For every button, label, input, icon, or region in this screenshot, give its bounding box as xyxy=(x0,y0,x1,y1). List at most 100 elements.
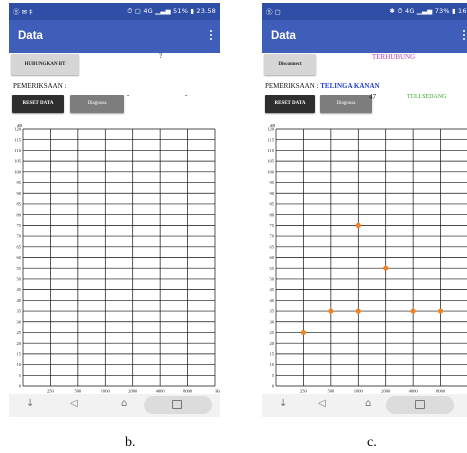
x-tick-label: 500 xyxy=(327,389,335,394)
caption-b: b. xyxy=(125,435,136,450)
overflow-menu-icon[interactable] xyxy=(208,30,214,42)
y-tick-label: 25 xyxy=(270,330,275,335)
caption-c: c. xyxy=(367,435,377,450)
x-tick-label: 250 xyxy=(47,389,55,394)
phone-screen-c: Ⓢ ▢ ✱ ⏱ 4G ▁▃▅ 73% ▮ 16. Data Disconnect… xyxy=(262,3,467,417)
download-icon[interactable]: ↓ xyxy=(279,398,287,409)
dash-value-1: - xyxy=(127,91,130,99)
status-right-info: ✱ ⏱ 4G ▁▃▅ 73% ▮ 16. xyxy=(389,7,467,15)
home-icon[interactable]: ⌂ xyxy=(121,398,127,409)
reset-data-button[interactable]: RESET DATA xyxy=(265,95,315,113)
y-tick-label: 115 xyxy=(267,137,274,142)
data-point xyxy=(437,308,444,314)
y-tick-label: 120 xyxy=(14,127,22,132)
y-tick-label: 10 xyxy=(17,362,22,367)
x-tick-label: 250 xyxy=(300,389,308,394)
data-point xyxy=(355,308,361,314)
y-tick-label: 20 xyxy=(17,341,22,346)
app-title: Data xyxy=(18,30,43,42)
y-tick-label: 110 xyxy=(267,148,274,153)
y-tick-label: 110 xyxy=(14,148,21,153)
x-tick-label: 500 xyxy=(74,389,82,394)
y-tick-label: 20 xyxy=(270,341,275,346)
reset-data-button[interactable]: RESET DATA xyxy=(12,95,64,113)
data-point xyxy=(355,222,361,228)
y-tick-label: 90 xyxy=(17,191,22,196)
app-bar: Data xyxy=(262,20,467,53)
status-bar: Ⓢ ✉ ‡ ⏱ ▢ 4G ▁▃▅ 51% ▮ 23.58 xyxy=(9,3,220,20)
y-tick-label: 105 xyxy=(14,159,22,164)
y-tick-label: 50 xyxy=(17,277,22,282)
x-tick-label: 4000 xyxy=(156,389,166,394)
y-tick-label: 90 xyxy=(270,191,275,196)
x-tick-label: 8000 xyxy=(183,389,193,394)
y-tick-label: 120 xyxy=(267,127,275,132)
recents-icon[interactable] xyxy=(415,400,425,409)
y-tick-label: 50 xyxy=(270,277,275,282)
y-tick-label: 30 xyxy=(17,319,22,324)
y-tick-label: 55 xyxy=(270,266,275,271)
recents-icon[interactable] xyxy=(172,400,182,409)
y-tick-label: 40 xyxy=(17,298,22,303)
exam-label: PEMERIKSAAN : xyxy=(13,82,67,90)
x-tick-label: 8000 xyxy=(436,389,446,394)
y-tick-label: 30 xyxy=(270,319,275,324)
connection-status: TERHUBUNG xyxy=(372,53,416,61)
y-tick-label: 5 xyxy=(19,373,22,378)
audiogram-chart: dB12011511010510095908580757065605550454… xyxy=(14,123,220,394)
y-tick-label: 75 xyxy=(270,223,275,228)
y-tick-label: 85 xyxy=(270,202,275,207)
x-tick-label: 2000 xyxy=(381,389,391,394)
dash-value-2: - xyxy=(185,91,188,99)
x-tick-label: 4000 xyxy=(409,389,419,394)
data-point xyxy=(300,329,307,336)
y-tick-label: 115 xyxy=(14,137,21,142)
status-left-icons: Ⓢ ▢ xyxy=(266,8,281,16)
home-icon[interactable]: ⌂ xyxy=(365,398,371,409)
download-icon[interactable]: ↓ xyxy=(26,398,34,409)
phone-screen-b: Ⓢ ✉ ‡ ⏱ ▢ 4G ▁▃▅ 51% ▮ 23.58 Data HUBUNG… xyxy=(9,3,220,417)
y-tick-label: 70 xyxy=(270,234,275,239)
y-tick-label: 60 xyxy=(17,255,22,260)
y-tick-label: 65 xyxy=(270,244,275,249)
overflow-menu-icon[interactable] xyxy=(461,30,467,42)
hearing-value: 47 xyxy=(369,93,376,101)
diagnosa-button[interactable]: Diagnosa xyxy=(320,95,372,113)
y-tick-label: 0 xyxy=(19,384,22,389)
y-tick-label: 15 xyxy=(270,351,275,356)
y-tick-label: 100 xyxy=(267,169,275,174)
y-tick-label: 80 xyxy=(270,212,275,217)
y-tick-label: 80 xyxy=(17,212,22,217)
bt-value: ? xyxy=(159,52,163,60)
back-icon[interactable]: ◁ xyxy=(70,398,78,409)
audiogram-chart: dB12011511010510095908580757065605550454… xyxy=(267,123,467,394)
app-bar: Data xyxy=(9,20,220,53)
ear-label: TELINGA KANAN xyxy=(320,82,380,90)
diagnosis-result: TULI SEDANG xyxy=(407,94,447,100)
data-point xyxy=(410,308,416,314)
y-tick-label: 95 xyxy=(17,180,22,185)
connect-bt-button[interactable]: HUBUNGKAN BT xyxy=(11,54,79,75)
y-tick-label: 15 xyxy=(17,351,22,356)
y-tick-label: 60 xyxy=(270,255,275,260)
y-tick-label: 35 xyxy=(270,309,275,314)
y-tick-label: 55 xyxy=(17,266,22,271)
status-left-icons: Ⓢ ✉ ‡ xyxy=(13,8,33,16)
data-point xyxy=(383,265,389,271)
y-tick-label: 95 xyxy=(270,180,275,185)
diagnosa-button[interactable]: Diagnosa xyxy=(70,95,124,113)
back-icon[interactable]: ◁ xyxy=(318,398,326,409)
data-point xyxy=(328,308,334,314)
y-tick-label: 25 xyxy=(17,330,22,335)
nav-bar: ↓ ◁ ⌂ xyxy=(262,394,467,417)
y-tick-label: 75 xyxy=(17,223,22,228)
status-right-info: ⏱ ▢ 4G ▁▃▅ 51% ▮ 23.58 xyxy=(127,7,216,15)
nav-bar: ↓ ◁ ⌂ xyxy=(9,394,220,417)
disconnect-button[interactable]: Disconnect xyxy=(264,54,316,75)
y-tick-label: 65 xyxy=(17,244,22,249)
y-tick-label: 85 xyxy=(17,202,22,207)
y-tick-label: 100 xyxy=(14,169,22,174)
y-tick-label: 5 xyxy=(272,373,275,378)
y-tick-label: 40 xyxy=(270,298,275,303)
x-tick-label: 1000 xyxy=(354,389,364,394)
